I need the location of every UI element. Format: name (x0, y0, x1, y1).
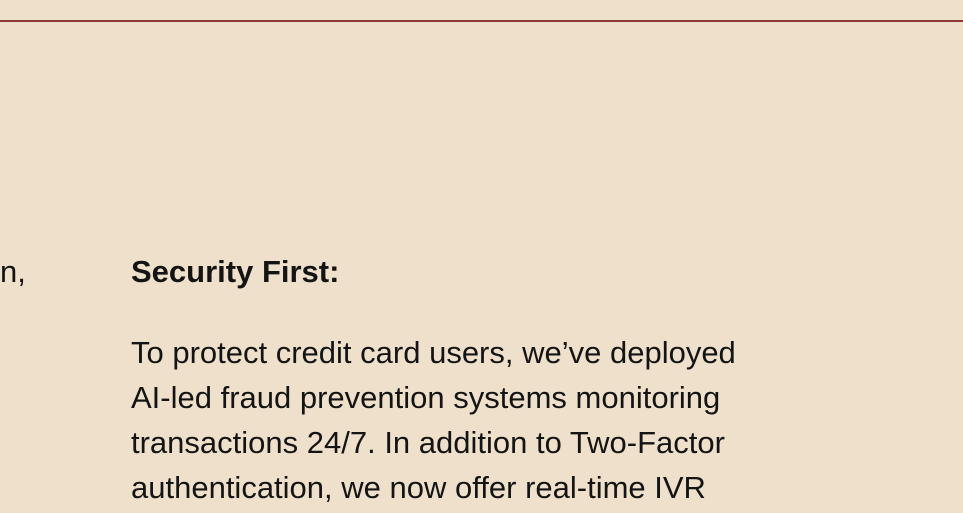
security-section: Security First: To protect credit card u… (131, 252, 963, 510)
body-line: transactions 24/7. In addition to Two-Fa… (131, 425, 725, 460)
left-column-text-fragment: n, (0, 254, 26, 289)
top-divider-line (0, 20, 963, 22)
section-body: To protect credit card users, we’ve depl… (131, 330, 963, 510)
body-line: AI-led fraud prevention systems monitori… (131, 380, 721, 415)
body-line: To protect credit card users, we’ve depl… (131, 335, 736, 370)
body-line: authentication, we now offer real-time I… (131, 470, 706, 505)
section-heading: Security First: (131, 254, 340, 289)
